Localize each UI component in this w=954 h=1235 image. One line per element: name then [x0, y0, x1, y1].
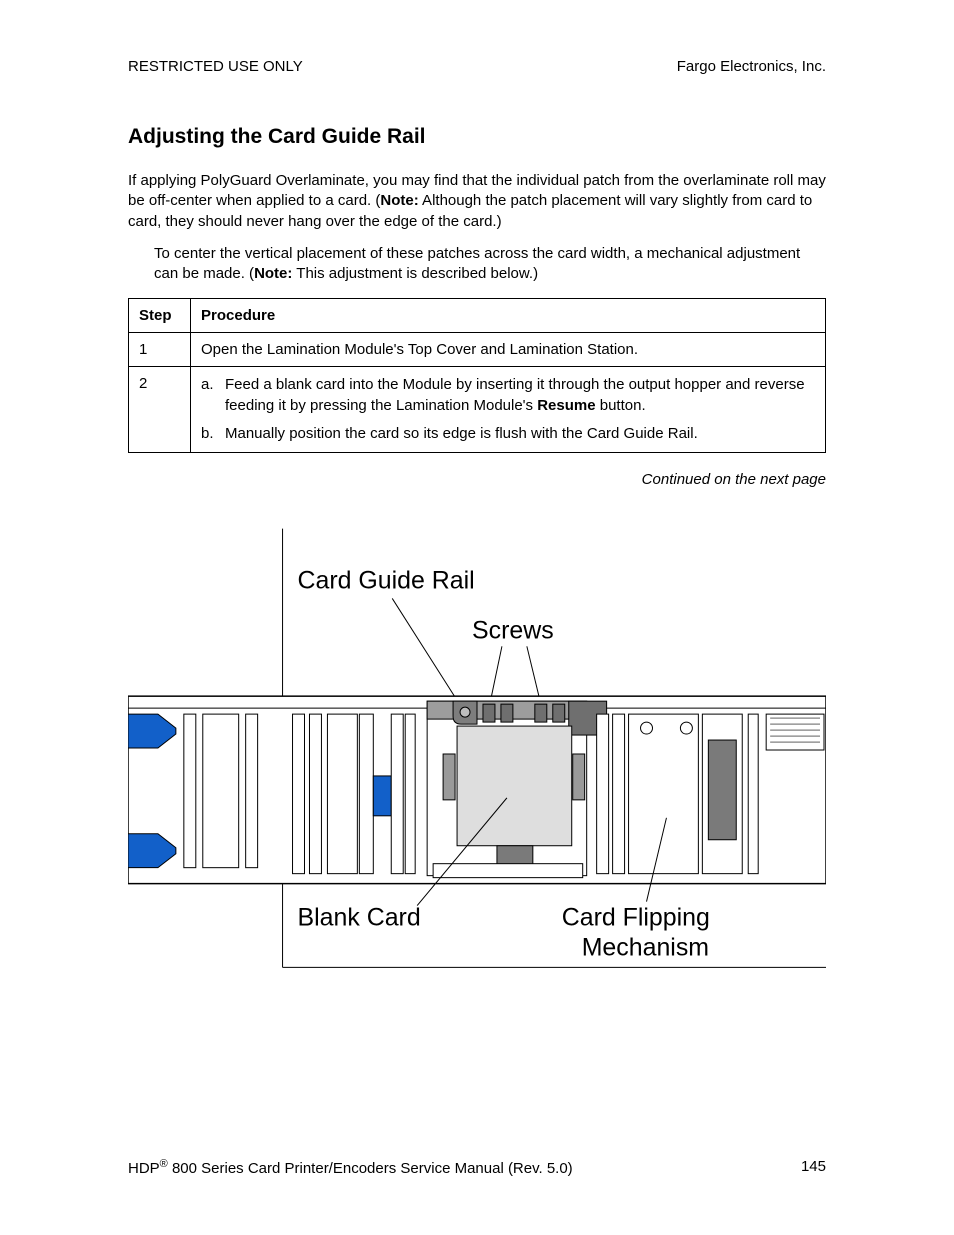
table-row: 2 a. Feed a blank card into the Module b…	[129, 367, 826, 453]
step-number: 2	[129, 367, 191, 453]
step-text: a. Feed a blank card into the Module by …	[191, 367, 826, 453]
footer-page-number: 145	[801, 1158, 826, 1177]
label-card-flipping: Card Flipping	[562, 904, 710, 932]
intro-p2-b: This adjustment is described below.)	[292, 265, 538, 282]
header-right: Fargo Electronics, Inc.	[677, 58, 826, 75]
substep-a-post: button.	[596, 397, 646, 414]
step-text: Open the Lamination Module's Top Cover a…	[191, 333, 826, 367]
procedure-table: Step Procedure 1 Open the Lamination Mod…	[128, 298, 826, 453]
intro-paragraph-1: If applying PolyGuard Overlaminate, you …	[128, 171, 826, 232]
footer-left-a: HDP	[128, 1160, 160, 1177]
substep-body: Feed a blank card into the Module by ins…	[225, 375, 815, 416]
label-card-guide-rail: Card Guide Rail	[298, 566, 475, 594]
intro-p1-note: Note:	[380, 192, 418, 209]
section-title: Adjusting the Card Guide Rail	[128, 125, 826, 149]
col-header-procedure: Procedure	[191, 299, 826, 333]
label-blank-card: Blank Card	[298, 904, 421, 932]
page-header: RESTRICTED USE ONLY Fargo Electronics, I…	[128, 58, 826, 75]
label-mechanism: Mechanism	[582, 933, 709, 961]
header-left: RESTRICTED USE ONLY	[128, 58, 303, 75]
mechanical-diagram: Card Guide Rail Screws	[128, 518, 826, 988]
col-header-step: Step	[129, 299, 191, 333]
substep-a-strong: Resume	[537, 397, 595, 414]
registered-icon: ®	[160, 1158, 168, 1170]
continued-note: Continued on the next page	[128, 471, 826, 488]
footer-left: HDP® 800 Series Card Printer/Encoders Se…	[128, 1158, 573, 1177]
substep-a: a. Feed a blank card into the Module by …	[201, 375, 815, 416]
footer-left-b: 800 Series Card Printer/Encoders Service…	[168, 1160, 573, 1177]
table-header-row: Step Procedure	[129, 299, 826, 333]
intro-p2-note: Note:	[254, 265, 292, 282]
page-footer: HDP® 800 Series Card Printer/Encoders Se…	[128, 1158, 826, 1177]
intro-paragraph-2: To center the vertical placement of thes…	[154, 244, 826, 285]
diagram-svg: Card Guide Rail Screws	[128, 518, 826, 988]
substep-b: b. Manually position the card so its edg…	[201, 424, 815, 444]
substep-letter: b.	[201, 424, 225, 444]
label-screws: Screws	[472, 616, 554, 644]
table-row: 1 Open the Lamination Module's Top Cover…	[129, 333, 826, 367]
substep-letter: a.	[201, 375, 225, 416]
step-number: 1	[129, 333, 191, 367]
substep-a-pre: Feed a blank card into the Module by ins…	[225, 376, 805, 413]
substep-body: Manually position the card so its edge i…	[225, 424, 698, 444]
